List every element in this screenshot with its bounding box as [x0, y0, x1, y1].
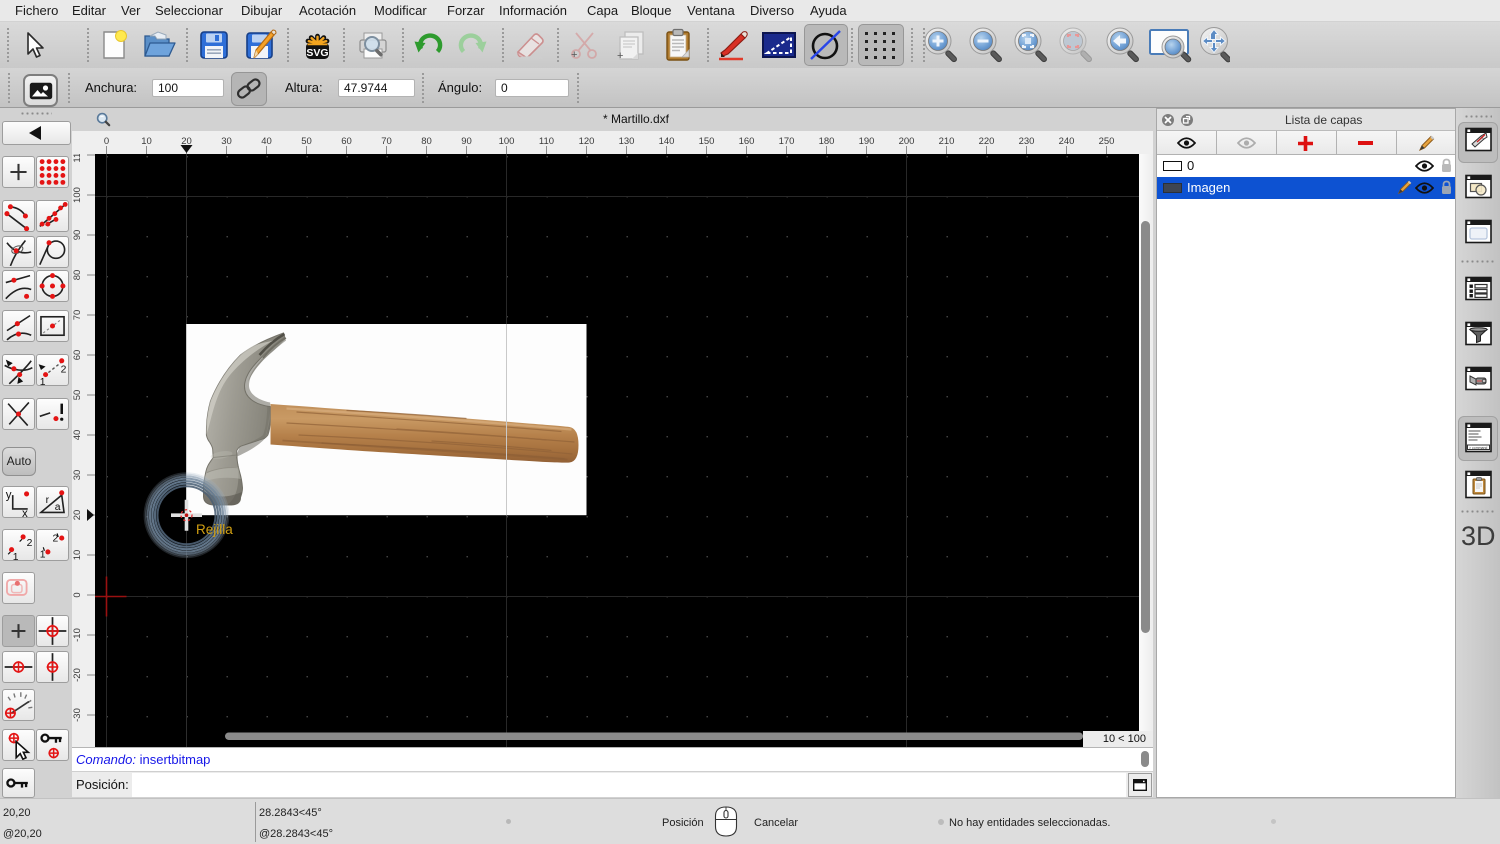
svg-text:60: 60	[72, 350, 83, 361]
svg-text:250: 250	[1099, 136, 1115, 147]
svg-text:10: 10	[72, 550, 83, 561]
svg-text:110: 110	[72, 154, 83, 163]
svg-text:r: r	[46, 495, 50, 506]
svg-text:130: 130	[619, 136, 635, 147]
svg-text:10: 10	[141, 136, 152, 147]
svg-text:240: 240	[1059, 136, 1075, 147]
svg-text:80: 80	[72, 270, 83, 281]
svg-text:Rejilla: Rejilla	[196, 522, 233, 537]
svg-text:140: 140	[659, 136, 675, 147]
svg-text:120: 120	[579, 136, 595, 147]
svg-text:1: 1	[40, 377, 46, 385]
svg-text:60: 60	[341, 136, 352, 147]
svg-text:1: 1	[13, 552, 19, 560]
svg-text:50: 50	[301, 136, 312, 147]
svg-text:+: +	[571, 49, 577, 61]
svg-text:1: 1	[40, 550, 46, 560]
svg-text:160: 160	[739, 136, 755, 147]
svg-text:80: 80	[421, 136, 432, 147]
svg-text:100: 100	[499, 136, 515, 147]
svg-text:70: 70	[381, 136, 392, 147]
svg-text:+: +	[617, 50, 623, 61]
svg-text:220: 220	[979, 136, 995, 147]
svg-text:70: 70	[72, 310, 83, 321]
svg-text:210: 210	[939, 136, 955, 147]
svg-text:100: 100	[72, 187, 83, 203]
svg-text:-30: -30	[72, 708, 83, 722]
svg-text:30: 30	[72, 470, 83, 481]
svg-text:2: 2	[27, 538, 33, 549]
svg-text:40: 40	[72, 430, 83, 441]
svg-text:180: 180	[819, 136, 835, 147]
svg-text:a: a	[55, 502, 61, 513]
svg-text:170: 170	[779, 136, 795, 147]
svg-text:2: 2	[61, 364, 67, 375]
svg-text:200: 200	[899, 136, 915, 147]
svg-text:-20: -20	[72, 668, 83, 682]
svg-text:90: 90	[72, 230, 83, 241]
svg-text:20: 20	[72, 510, 83, 521]
svg-text:SVG: SVG	[306, 47, 328, 59]
svg-text:30: 30	[221, 136, 232, 147]
svg-text:150: 150	[699, 136, 715, 147]
svg-text:y: y	[6, 490, 12, 502]
svg-text:230: 230	[1019, 136, 1035, 147]
svg-text:0: 0	[72, 592, 83, 597]
svg-text:50: 50	[72, 390, 83, 401]
svg-text:40: 40	[261, 136, 272, 147]
svg-text:x: x	[22, 508, 28, 517]
svg-text:0: 0	[104, 136, 109, 147]
svg-text:90: 90	[461, 136, 472, 147]
svg-text:110: 110	[539, 136, 554, 147]
svg-text:> command: > command	[1469, 446, 1487, 450]
svg-text:-10: -10	[72, 628, 83, 642]
svg-text:190: 190	[859, 136, 875, 147]
